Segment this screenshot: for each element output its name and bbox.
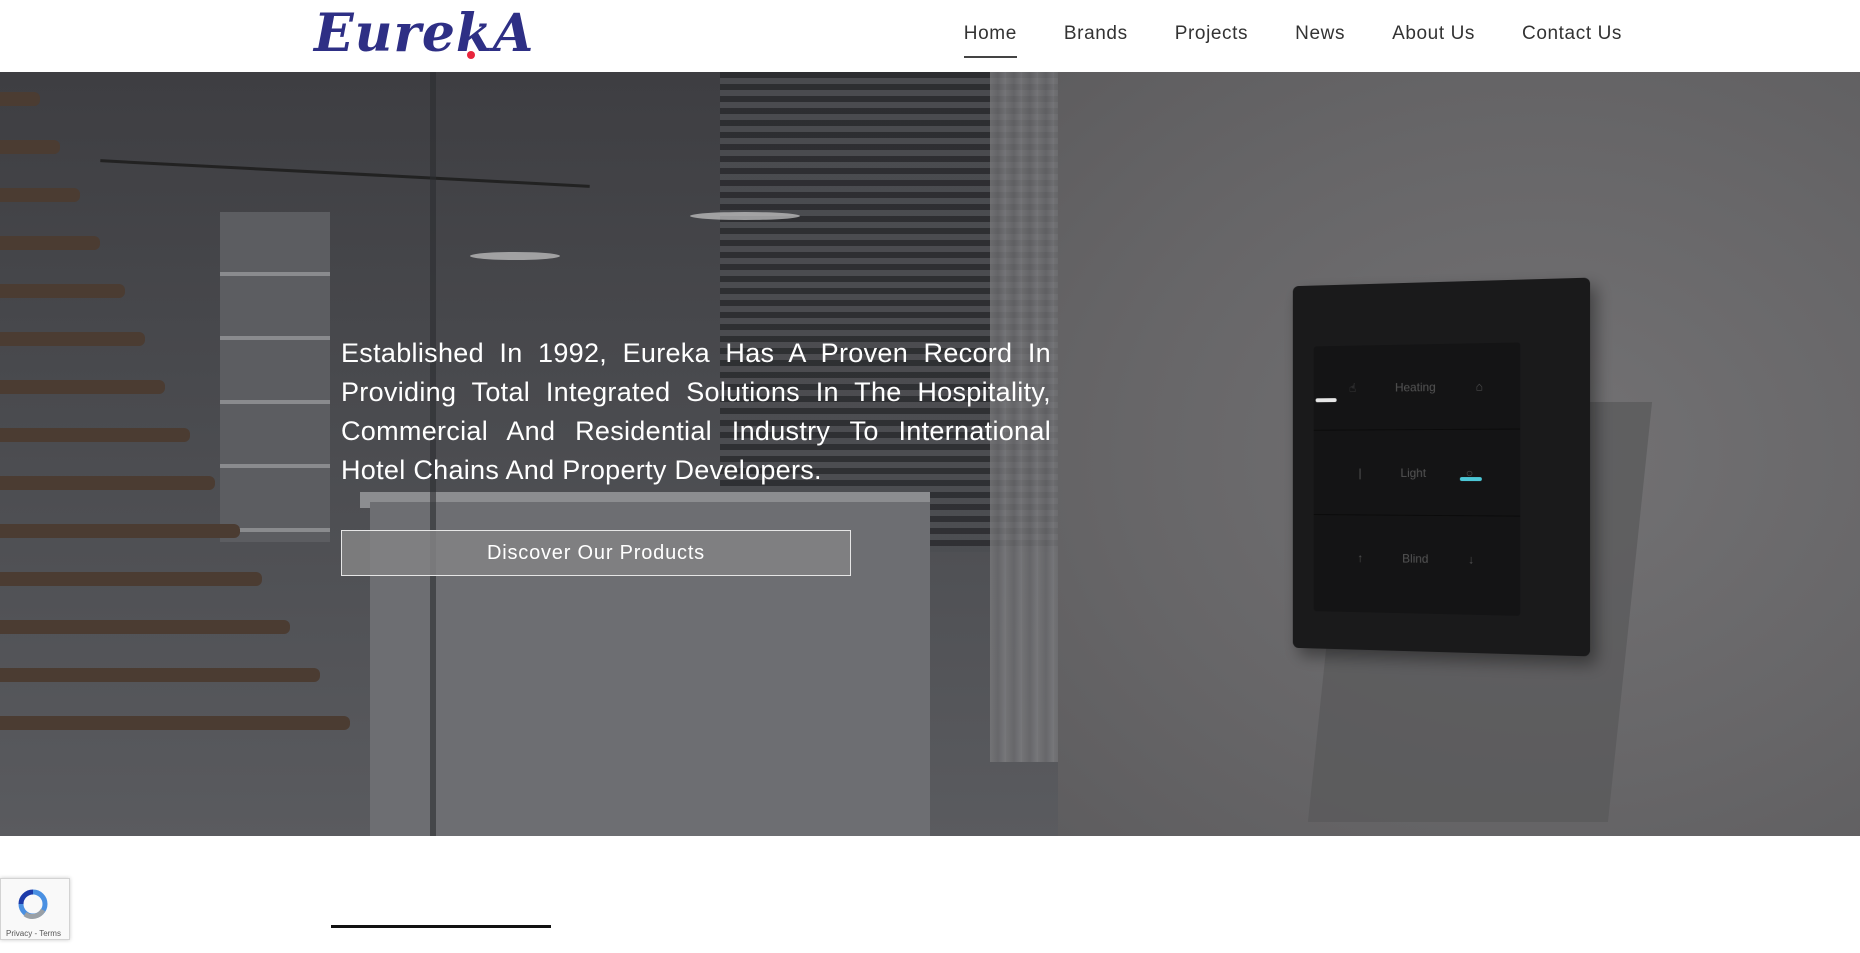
stair-step xyxy=(0,380,165,394)
hero-tagline: Established In 1992, Eureka Has A Proven… xyxy=(341,338,1051,485)
stair-step xyxy=(0,92,40,106)
stair-step xyxy=(0,620,290,634)
stair-step xyxy=(0,476,215,490)
section-divider xyxy=(331,925,551,928)
logo-dot xyxy=(467,51,475,59)
stair-step xyxy=(0,140,60,154)
switch-keypad: ☝ Heating ⌂ | Light ○ ↑ Blind ↓ xyxy=(1313,342,1521,616)
stair-step xyxy=(0,236,100,250)
status-led-cyan xyxy=(1459,477,1482,482)
switch-row-light: | Light ○ xyxy=(1313,429,1521,517)
nav-item-projects[interactable]: Projects xyxy=(1175,19,1248,49)
stair-step xyxy=(0,188,80,202)
on-icon: | xyxy=(1358,465,1362,480)
stair-step xyxy=(0,284,125,298)
switch-row-heating: ☝ Heating ⌂ xyxy=(1313,342,1521,431)
stair-step xyxy=(0,668,320,682)
switch-row-blind: ↑ Blind ↓ xyxy=(1314,515,1521,604)
stair-step xyxy=(0,332,145,346)
recaptcha-icon xyxy=(18,889,48,919)
recaptcha-terms-link[interactable]: Privacy - Terms xyxy=(6,929,61,938)
arrow-down-icon: ↓ xyxy=(1468,552,1475,567)
stair-step xyxy=(0,716,350,730)
nav-item-contact-us[interactable]: Contact Us xyxy=(1522,19,1622,49)
stair-step xyxy=(0,428,190,442)
ceiling-light xyxy=(690,212,800,220)
main-nav: Home Brands Projects News About Us Conta… xyxy=(963,0,1622,68)
discover-products-button[interactable]: Discover Our Products xyxy=(341,530,851,576)
status-led-white xyxy=(1315,398,1337,403)
switch-label-blind: Blind xyxy=(1402,551,1429,566)
switch-label-heating: Heating xyxy=(1395,379,1436,394)
nav-item-home[interactable]: Home xyxy=(963,19,1017,58)
nav-item-news[interactable]: News xyxy=(1295,19,1345,49)
thumbs-up-icon: ☝ xyxy=(1349,380,1357,395)
switch-label-light: Light xyxy=(1400,465,1427,480)
arrow-up-icon: ↑ xyxy=(1357,550,1364,565)
logo[interactable]: EurekA xyxy=(314,2,534,64)
home-icon: ⌂ xyxy=(1475,378,1483,394)
smart-switch-panel: ☝ Heating ⌂ | Light ○ ↑ Blind ↓ xyxy=(1292,277,1591,657)
floating-stairs xyxy=(0,92,360,836)
hero-banner: ☝ Heating ⌂ | Light ○ ↑ Blind ↓ Establis… xyxy=(0,72,1860,836)
nav-item-brands[interactable]: Brands xyxy=(1064,19,1128,49)
ceiling-light xyxy=(470,252,560,260)
stair-step xyxy=(0,524,240,538)
recaptcha-badge[interactable]: Privacy - Terms xyxy=(0,878,70,940)
site-header: EurekA Home Brands Projects News About U… xyxy=(0,0,1860,72)
stair-step xyxy=(0,572,262,586)
nav-item-about-us[interactable]: About Us xyxy=(1392,19,1475,49)
